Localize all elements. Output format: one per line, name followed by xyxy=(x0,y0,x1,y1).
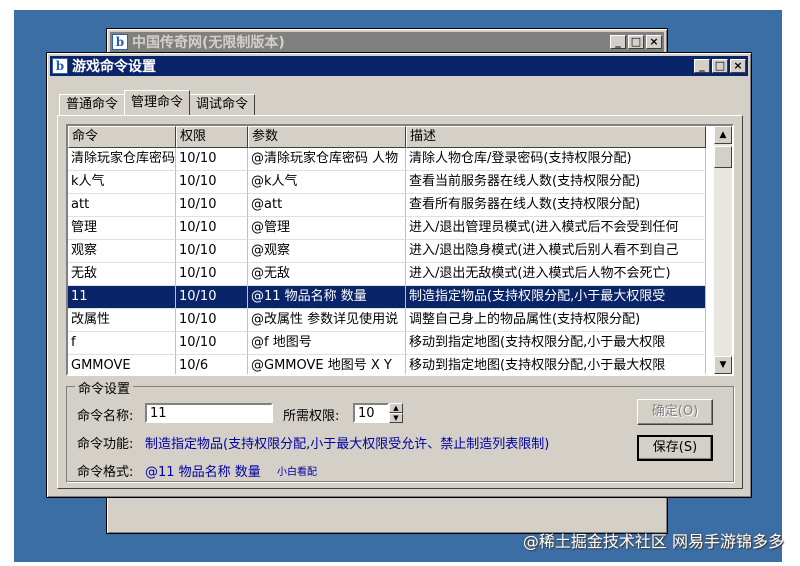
scroll-up-icon[interactable]: ▲ xyxy=(714,126,732,144)
scroll-down-icon[interactable]: ▼ xyxy=(714,356,732,374)
command-settings-group: 命令设置 命令名称: 所需权限: ▲ ▼ 命令功能: 制造指定物品(支持权限分配… xyxy=(66,378,734,482)
table-cell: @att xyxy=(248,194,406,217)
table-cell: 10/10 xyxy=(176,171,248,194)
column-header-command[interactable]: 命令 xyxy=(68,126,176,148)
background-window-title: 中国传奇网(无限制版本) xyxy=(132,35,285,51)
table-row[interactable]: GMMOVE 10/6 @GMMOVE 地图号 X Y 移动到指定地图(支持权限分配,… xyxy=(68,355,732,374)
dialog-title: 游戏命令设置 xyxy=(72,59,156,75)
table-cell: GMMOVE xyxy=(68,355,176,374)
command-function-label: 命令功能: xyxy=(77,437,134,452)
maximize-icon[interactable]: □ xyxy=(712,59,728,73)
close-icon[interactable]: × xyxy=(646,35,662,49)
table-cell: 移动到指定地图(支持权限分配,小于最大权限 xyxy=(406,355,706,374)
command-format-label: 命令格式: xyxy=(77,465,134,480)
table-row[interactable]: f 10/10 @f 地图号 移动到指定地图(支持权限分配,小于最大权限 xyxy=(68,332,732,355)
app-icon: b xyxy=(52,58,68,74)
table-row[interactable]: 管理 10/10 @管理 进入/退出管理员模式(进入模式后不会受到任何 xyxy=(68,217,732,240)
table-row[interactable]: 无敌 10/10 @无敌 进入/退出无敌模式(进入模式后人物不会死亡) xyxy=(68,263,732,286)
dialog-titlebar[interactable]: b 游戏命令设置 _ □ × xyxy=(50,56,748,76)
required-permission-input[interactable] xyxy=(353,403,389,423)
table-cell: 无敌 xyxy=(68,263,176,286)
table-cell: 10/6 xyxy=(176,355,248,374)
table-cell: @管理 xyxy=(248,217,406,240)
table-cell: @GMMOVE 地图号 X Y xyxy=(248,355,406,374)
table-cell: 查看所有服务器在线人数(支持权限分配) xyxy=(406,194,706,217)
table-cell: 10/10 xyxy=(176,148,248,171)
table-cell: 观察 xyxy=(68,240,176,263)
spin-up-icon[interactable]: ▲ xyxy=(389,403,403,413)
table-cell: f xyxy=(68,332,176,355)
command-format-note: 小白看配 xyxy=(277,467,317,478)
table-cell: 进入/退出管理员模式(进入模式后不会受到任何 xyxy=(406,217,706,240)
group-label: 命令设置 xyxy=(75,378,134,397)
table-cell: 管理 xyxy=(68,217,176,240)
table-cell: @无敌 xyxy=(248,263,406,286)
table-cell: @k人气 xyxy=(248,171,406,194)
table-cell: 移动到指定地图(支持权限分配,小于最大权限 xyxy=(406,332,706,355)
table-row[interactable]: 11 10/10 @11 物品名称 数量 制造指定物品(支持权限分配,小于最大权限受 xyxy=(68,286,732,309)
command-list[interactable]: 命令 权限 参数 描述 清除玩家仓库密码 10/10 @清除玩家仓库密码 人物 清除人… xyxy=(66,124,734,376)
maximize-icon[interactable]: □ xyxy=(628,35,644,49)
table-cell: 10/10 xyxy=(176,194,248,217)
table-row[interactable]: 清除玩家仓库密码 10/10 @清除玩家仓库密码 人物 清除人物仓库/登录密码(支持权… xyxy=(68,148,732,171)
table-row[interactable]: att 10/10 @att 查看所有服务器在线人数(支持权限分配) xyxy=(68,194,732,217)
table-cell: 11 xyxy=(68,286,176,309)
table-cell: 10/10 xyxy=(176,332,248,355)
vertical-scrollbar[interactable]: ▲ ▼ xyxy=(714,126,732,374)
table-cell: 10/10 xyxy=(176,309,248,332)
list-header: 命令 权限 参数 描述 xyxy=(68,126,732,148)
permission-spinner[interactable]: ▲ ▼ xyxy=(389,403,403,423)
table-cell: 制造指定物品(支持权限分配,小于最大权限受 xyxy=(406,286,706,309)
table-cell: 10/10 xyxy=(176,286,248,309)
table-cell: 10/10 xyxy=(176,240,248,263)
watermark: @稀土掘金技术社区 网易手游锦多多 xyxy=(522,532,784,551)
table-cell: @f 地图号 xyxy=(248,332,406,355)
minimize-icon[interactable]: _ xyxy=(610,35,626,49)
table-cell: @观察 xyxy=(248,240,406,263)
tab-debug-commands[interactable]: 调试命令 xyxy=(189,94,256,115)
table-cell: @改属性 参数详见使用说 xyxy=(248,309,406,332)
tab-panel: 命令 权限 参数 描述 清除玩家仓库密码 10/10 @清除玩家仓库密码 人物 清除人… xyxy=(57,115,743,489)
table-cell: att xyxy=(68,194,176,217)
table-cell: 进入/退出无敌模式(进入模式后人物不会死亡) xyxy=(406,263,706,286)
tab-normal-commands[interactable]: 普通命令 xyxy=(59,94,126,115)
table-cell: 10/10 xyxy=(176,217,248,240)
ok-button[interactable]: 确定(O) xyxy=(637,399,713,425)
command-name-input[interactable] xyxy=(145,403,273,423)
command-name-label: 命令名称: xyxy=(77,409,134,424)
column-header-description[interactable]: 描述 xyxy=(406,126,706,148)
list-rows: 清除玩家仓库密码 10/10 @清除玩家仓库密码 人物 清除人物仓库/登录密码(支持权… xyxy=(68,148,732,374)
minimize-icon[interactable]: _ xyxy=(694,59,710,73)
table-cell: 查看当前服务器在线人数(支持权限分配) xyxy=(406,171,706,194)
close-icon[interactable]: × xyxy=(730,59,746,73)
required-permission-label: 所需权限: xyxy=(283,409,340,424)
table-cell: 改属性 xyxy=(68,309,176,332)
table-cell: 清除人物仓库/登录密码(支持权限分配) xyxy=(406,148,706,171)
table-row[interactable]: k人气 10/10 @k人气 查看当前服务器在线人数(支持权限分配) xyxy=(68,171,732,194)
table-cell: 进入/退出隐身模式(进入模式后别人看不到自己 xyxy=(406,240,706,263)
app-icon: b xyxy=(112,34,128,50)
table-row[interactable]: 观察 10/10 @观察 进入/退出隐身模式(进入模式后别人看不到自己 xyxy=(68,240,732,263)
table-cell: @11 物品名称 数量 xyxy=(248,286,406,309)
table-cell: 10/10 xyxy=(176,263,248,286)
tab-admin-commands[interactable]: 管理命令 xyxy=(124,90,191,115)
table-cell: 清除玩家仓库密码 xyxy=(68,148,176,171)
table-row[interactable]: 改属性 10/10 @改属性 参数详见使用说 调整自己身上的物品属性(支持权限分配) xyxy=(68,309,732,332)
column-header-permission[interactable]: 权限 xyxy=(176,126,248,148)
spin-down-icon[interactable]: ▼ xyxy=(389,413,403,423)
table-cell: 调整自己身上的物品属性(支持权限分配) xyxy=(406,309,706,332)
table-cell: @清除玩家仓库密码 人物 xyxy=(248,148,406,171)
scroll-thumb[interactable] xyxy=(714,146,732,168)
background-window-titlebar[interactable]: b 中国传奇网(无限制版本) _ □ × xyxy=(110,32,664,52)
save-button[interactable]: 保存(S) xyxy=(637,435,713,461)
column-header-parameters[interactable]: 参数 xyxy=(248,126,406,148)
command-format-value: @11 物品名称 数量 xyxy=(145,465,261,480)
command-settings-dialog[interactable]: b 游戏命令设置 _ □ × 普通命令 管理命令 调试命令 命令 权限 参数 描… xyxy=(46,52,752,498)
command-function-value: 制造指定物品(支持权限分配,小于最大权限受允许、禁止制造列表限制) xyxy=(145,437,550,452)
table-cell: k人气 xyxy=(68,171,176,194)
tab-strip: 普通命令 管理命令 调试命令 xyxy=(59,90,256,115)
